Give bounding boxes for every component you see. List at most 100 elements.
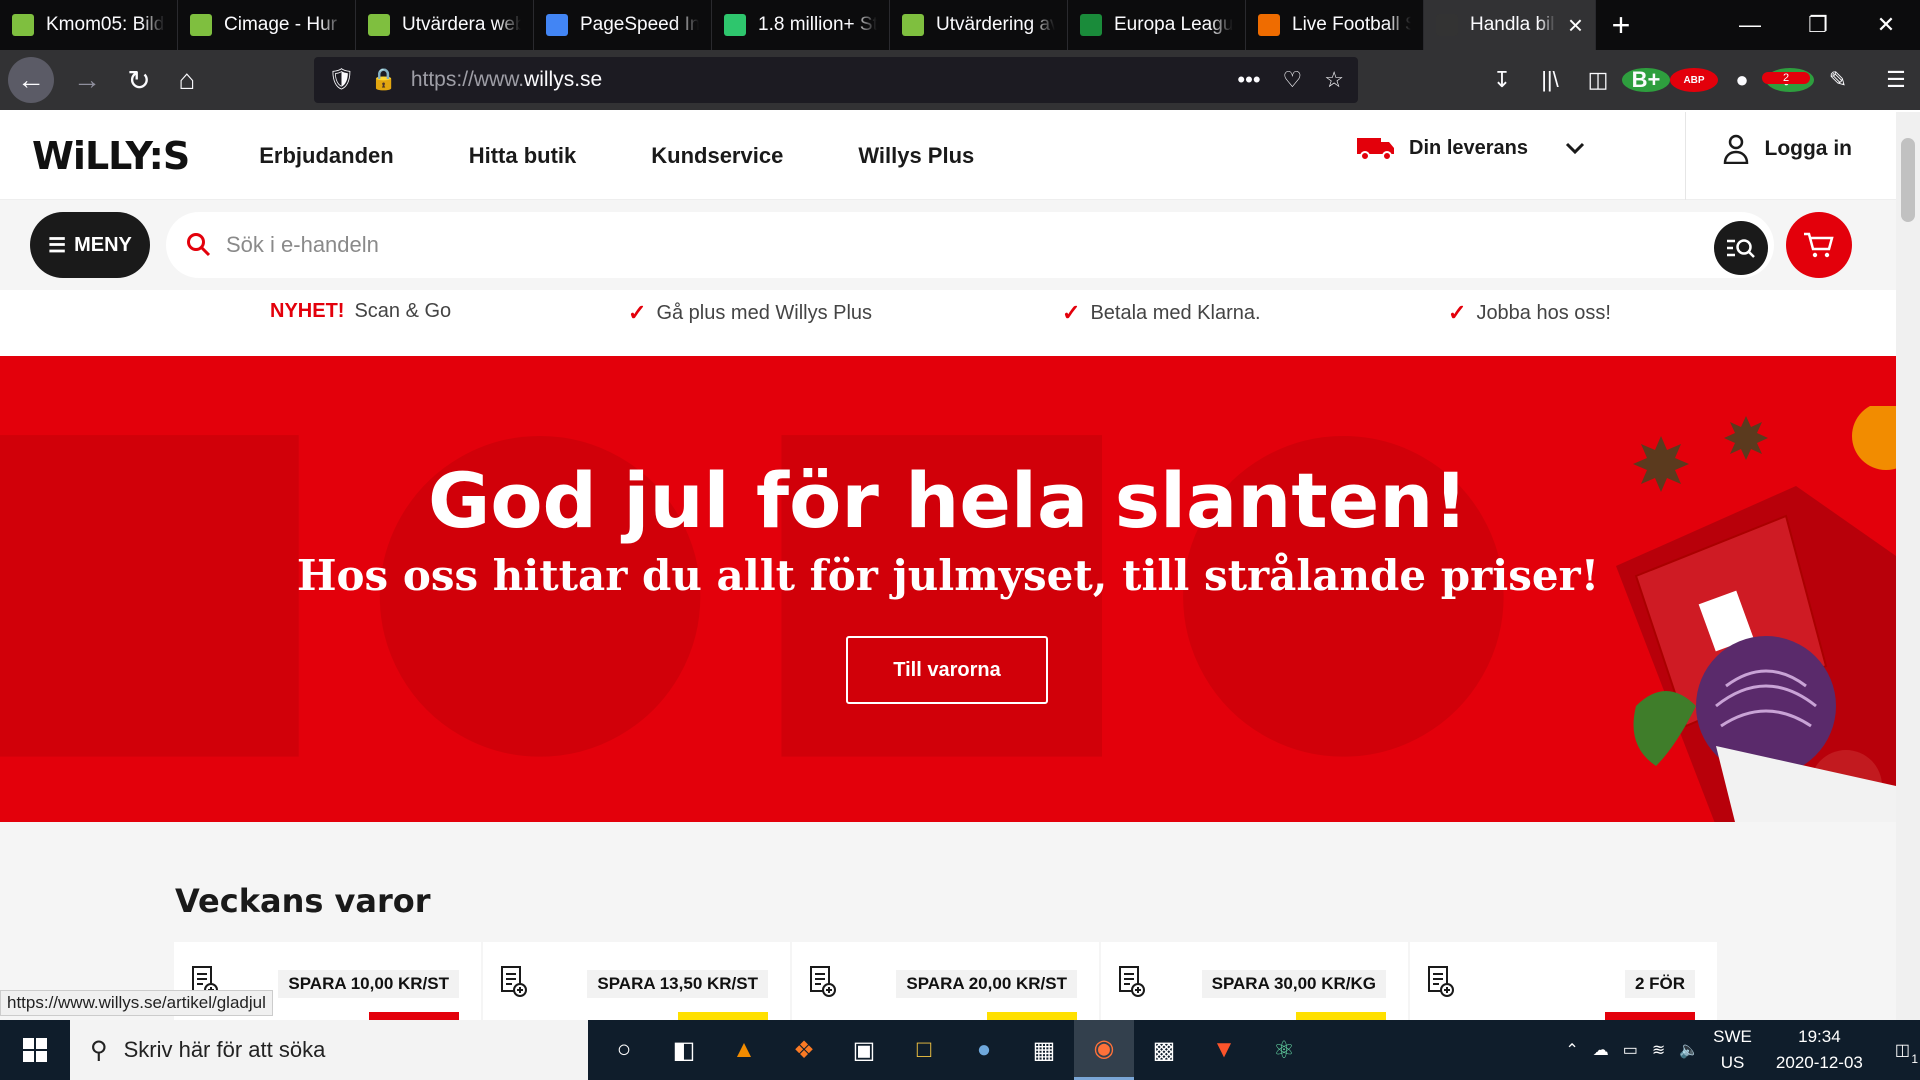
- add-to-list-icon[interactable]: [1119, 966, 1145, 998]
- product-card[interactable]: SPARA 20,00 KR/ST: [792, 942, 1099, 1020]
- url-prefix: https://www.: [410, 68, 525, 91]
- browser-tab[interactable]: Utvärdera web: [356, 0, 534, 50]
- url-bar[interactable]: 🛡 🔒 https://www. willys.se ••• ♡ ☆: [314, 57, 1358, 103]
- tray-chevron-icon[interactable]: ⌃: [1565, 1040, 1578, 1060]
- lock-icon[interactable]: 🔒: [371, 68, 397, 92]
- extension-badge-icon[interactable]: ✓2: [1762, 67, 1814, 92]
- sidebar-icon[interactable]: ◫: [1574, 67, 1622, 93]
- start-button[interactable]: [0, 1020, 70, 1080]
- browser-tab[interactable]: Cimage - Hur f: [178, 0, 356, 50]
- add-to-list-icon[interactable]: [1428, 966, 1454, 998]
- clock[interactable]: 19:34 2020-12-03: [1776, 1024, 1863, 1076]
- task-view-icon[interactable]: ◧: [654, 1020, 714, 1080]
- reload-button[interactable]: ↻: [116, 57, 162, 103]
- nav-erbjudanden[interactable]: Erbjudanden: [259, 143, 393, 169]
- add-to-list-icon[interactable]: [501, 966, 527, 998]
- account-icon[interactable]: ●: [1718, 67, 1766, 93]
- terminal-icon[interactable]: ▩: [1134, 1020, 1194, 1080]
- browser-tab[interactable]: PageSpeed Ins: [534, 0, 712, 50]
- adblock-extension-icon[interactable]: ABP: [1670, 68, 1718, 92]
- windows-taskbar: ⚲ Skriv här för att söka ○ ◧ ▲ ❖ ▣ □ ● ▦…: [0, 1020, 1920, 1080]
- pen-extension-icon[interactable]: ✎: [1814, 67, 1862, 93]
- pocket-icon[interactable]: ♡: [1283, 67, 1303, 93]
- back-button[interactable]: ←: [8, 57, 54, 103]
- browser-tab[interactable]: Europa League: [1068, 0, 1246, 50]
- battery-icon[interactable]: ▭: [1623, 1040, 1638, 1060]
- close-tab-icon[interactable]: ×: [1568, 10, 1583, 41]
- willys-logo[interactable]: WiLLY:S: [32, 134, 190, 178]
- pixabay-icon: [724, 14, 746, 36]
- pagespeed-icon: [546, 14, 568, 36]
- hero-cta-button[interactable]: Till varorna: [846, 636, 1048, 704]
- leaf-icon: [368, 14, 390, 36]
- usp-willys-plus[interactable]: ✓ Gå plus med Willys Plus: [628, 300, 872, 326]
- file-explorer-icon[interactable]: □: [894, 1020, 954, 1080]
- list-search-icon: [1727, 239, 1755, 258]
- menu-button[interactable]: ☰ MENY: [30, 212, 150, 278]
- shopping-list-search-button[interactable]: [1714, 221, 1768, 275]
- bookmark-star-icon[interactable]: ☆: [1324, 67, 1344, 93]
- browser-tab[interactable]: 1.8 million+ St: [712, 0, 890, 50]
- close-window-button[interactable]: ✕: [1852, 0, 1920, 50]
- check-icon: ✓: [628, 300, 647, 325]
- product-card[interactable]: 2 FÖR: [1410, 942, 1717, 1020]
- forward-button[interactable]: →: [64, 57, 110, 103]
- vlc-icon[interactable]: ▲: [714, 1020, 774, 1080]
- library-icon[interactable]: ||\: [1526, 67, 1574, 93]
- restore-button[interactable]: ❐: [1784, 0, 1852, 50]
- product-cards: SPARA 10,00 KR/ST SPARA 13,50 KR/ST SPARA …: [174, 942, 1717, 1020]
- delivery-selector[interactable]: Din leverans: [1357, 134, 1586, 162]
- usp-klarna[interactable]: ✓ Betala med Klarna.: [1062, 300, 1261, 326]
- minimize-button[interactable]: —: [1716, 0, 1784, 50]
- chevron-down-icon: [1565, 142, 1585, 155]
- system-tray: ⌃ ☁ ▭ ≋ 🔈 SWE US 19:34 2020-12-03 ◫ 1: [1565, 1020, 1920, 1080]
- xampp-icon[interactable]: ❖: [774, 1020, 834, 1080]
- product-card[interactable]: SPARA 30,00 KR/KG: [1101, 942, 1408, 1020]
- nav-hitta-butik[interactable]: Hitta butik: [469, 143, 577, 169]
- leaf-icon: [12, 14, 34, 36]
- downloads-icon[interactable]: ↧: [1478, 67, 1526, 93]
- cart-button[interactable]: [1786, 212, 1852, 278]
- price-tag: [369, 1012, 459, 1020]
- tab-label: Utvärdering av: [936, 14, 1055, 35]
- atom-icon[interactable]: ⚛: [1254, 1020, 1314, 1080]
- firefox-icon[interactable]: ◉: [1074, 1020, 1134, 1080]
- nav-willys-plus[interactable]: Willys Plus: [858, 143, 974, 169]
- hamburger-menu-icon[interactable]: ☰: [1872, 67, 1920, 93]
- hamburger-icon: ☰: [48, 234, 67, 257]
- tab-label: Utvärdera web: [402, 14, 521, 35]
- browser-tab[interactable]: Kmom05: Bilder: [0, 0, 178, 50]
- browser-tab[interactable]: Utvärdering av: [890, 0, 1068, 50]
- store-icon[interactable]: ▣: [834, 1020, 894, 1080]
- keyboard-language[interactable]: SWE US: [1713, 1024, 1752, 1076]
- browser-tab[interactable]: Handla billi ×: [1424, 0, 1596, 50]
- bplus-extension-icon[interactable]: B+: [1622, 67, 1670, 92]
- brave-icon[interactable]: ▼: [1194, 1020, 1254, 1080]
- scrollbar-thumb[interactable]: [1901, 138, 1915, 222]
- windows-logo-icon: [23, 1038, 47, 1062]
- product-card[interactable]: SPARA 13,50 KR/ST: [483, 942, 790, 1020]
- new-tab-button[interactable]: +: [1596, 0, 1646, 50]
- onedrive-icon[interactable]: ☁: [1593, 1040, 1609, 1060]
- page-scrollbar[interactable]: [1896, 112, 1920, 1020]
- usp-new-tag: NYHET!: [270, 300, 345, 322]
- shield-icon[interactable]: 🛡: [328, 68, 355, 92]
- notifications-icon[interactable]: ◫ 1: [1895, 1040, 1918, 1066]
- home-button[interactable]: ⌂: [164, 57, 210, 103]
- search-input[interactable]: [226, 232, 1626, 258]
- page-actions-icon[interactable]: •••: [1237, 67, 1260, 93]
- cortana-icon[interactable]: ○: [594, 1020, 654, 1080]
- usp-scan-go[interactable]: NYHET! Scan & Go: [270, 300, 451, 323]
- volume-icon[interactable]: 🔈: [1679, 1040, 1699, 1060]
- browser-tab[interactable]: Live Football S: [1246, 0, 1424, 50]
- usp-jobs[interactable]: ✓ Jobba hos oss!: [1448, 300, 1611, 326]
- price-tag: [1605, 1012, 1695, 1020]
- usp-item-label: Jobba hos oss!: [1476, 301, 1611, 324]
- nav-kundservice[interactable]: Kundservice: [651, 143, 783, 169]
- login-button[interactable]: Logga in: [1723, 134, 1852, 164]
- calculator-icon[interactable]: ▦: [1014, 1020, 1074, 1080]
- add-to-list-icon[interactable]: [810, 966, 836, 998]
- taskbar-search[interactable]: ⚲ Skriv här för att söka: [70, 1020, 588, 1080]
- qbittorrent-icon[interactable]: ●: [954, 1020, 1014, 1080]
- wifi-icon[interactable]: ≋: [1652, 1040, 1665, 1060]
